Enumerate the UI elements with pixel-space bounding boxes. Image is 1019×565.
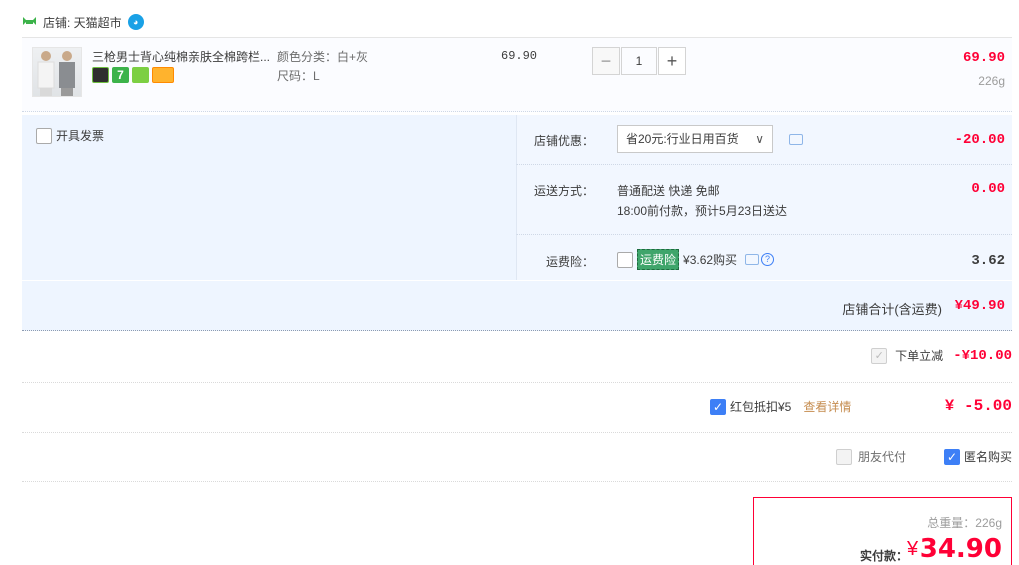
- coupon-label: 店铺优惠：: [533, 134, 594, 148]
- item-weight: 226g: [978, 74, 1005, 88]
- instant-discount-amount: -¥10.00: [953, 347, 1012, 364]
- wangwang-chat-icon[interactable]: ◕: [127, 14, 144, 30]
- shipping-amount: 0.00: [971, 181, 1005, 197]
- shop-total-label: 店铺合计(含运费): [842, 302, 942, 317]
- quantity-stepper: − 1 +: [592, 47, 686, 75]
- insurance-option: 运费险 ¥3.62购买 ?: [617, 249, 775, 270]
- message-icon[interactable]: [789, 134, 803, 145]
- decrease-quantity-button[interactable]: −: [592, 47, 620, 75]
- coupon-selected-value: 省20元:行业日用百货: [626, 132, 739, 146]
- coupon-row: 店铺优惠： 省20元:行业日用百货 ∨ -20.00: [516, 115, 1012, 165]
- shop-name[interactable]: 店铺: 天猫超市: [43, 14, 122, 31]
- coupon-select[interactable]: 省20元:行业日用百货 ∨: [617, 125, 773, 153]
- divider: [22, 382, 1012, 383]
- red-packet-amount-wrap: ¥ -5.00: [945, 397, 1012, 415]
- red-packet-details-link[interactable]: 查看详情: [803, 398, 851, 415]
- sku-info: 颜色分类：白+灰 尺码：L: [277, 48, 368, 86]
- cart-item-row: 三枪男士背心纯棉亲肤全棉跨栏... 7 颜色分类：白+灰 尺码：L 69.90 …: [22, 37, 1012, 112]
- payment-summary-box: 总重量：226g 实付款： ¥ 34.90: [753, 497, 1012, 565]
- insurance-tag: 运费险: [637, 249, 680, 270]
- red-packet-label: 红包抵扣¥5: [730, 400, 792, 414]
- unit-price: 69.90: [501, 49, 538, 63]
- sku-size: 尺码：L: [277, 69, 320, 83]
- guarantee-icon[interactable]: [132, 67, 149, 83]
- help-icon[interactable]: ?: [761, 253, 775, 266]
- product-title-link[interactable]: 三枪男士背心纯棉亲肤全棉跨栏...: [92, 48, 272, 65]
- item-total-price: 69.90: [962, 50, 1005, 66]
- invoice-checkbox[interactable]: [36, 127, 52, 144]
- anonymous-label: 匿名购买: [964, 450, 1013, 464]
- anonymous-checkbox[interactable]: ✓: [944, 448, 960, 465]
- instant-discount-label: 下单立减: [895, 349, 944, 363]
- seven-day-return-icon[interactable]: 7: [112, 67, 129, 83]
- shop-total-row: 店铺合计(含运费) ¥49.90: [22, 281, 1012, 331]
- instant-discount-checkbox: ✓: [871, 347, 888, 364]
- currency-symbol: ¥: [907, 538, 919, 560]
- anonymous-purchase-option[interactable]: ✓ 匿名购买: [944, 448, 1012, 465]
- divider: [22, 432, 1012, 433]
- shop-total-amount: ¥49.90: [954, 298, 1005, 314]
- tmall-icon: [23, 17, 36, 25]
- red-packet-checkbox[interactable]: ✓: [710, 398, 726, 415]
- product-thumbnail[interactable]: [32, 47, 82, 97]
- increase-quantity-button[interactable]: +: [658, 47, 686, 75]
- tmall-badge-icon[interactable]: [92, 67, 109, 83]
- credit-card-icon[interactable]: [152, 67, 174, 83]
- insurance-label: 运费险：: [545, 255, 594, 269]
- shop-header: 店铺: 天猫超市 ◕: [22, 13, 144, 31]
- shipping-row: 运送方式： 普通配送 快递 免邮 18:00前付款，预计5月23日送达 0.00: [516, 165, 1012, 235]
- divider: [22, 481, 1012, 482]
- shipping-details: 普通配送 快递 免邮 18:00前付款，预计5月23日送达: [617, 181, 787, 221]
- actual-payment-label: 实付款：: [860, 549, 909, 563]
- red-packet-row: ✓ 红包抵扣¥5 查看详情: [710, 398, 851, 415]
- invoice-option[interactable]: 开具发票: [36, 127, 104, 144]
- actual-payment-amount: 34.90: [919, 534, 1002, 564]
- quantity-input[interactable]: 1: [621, 47, 657, 75]
- red-packet-amount: ¥ -5.00: [944, 397, 1012, 415]
- shipping-eta: 18:00前付款，预计5月23日送达: [617, 204, 788, 218]
- sku-color: 颜色分类：白+灰: [277, 50, 369, 64]
- instant-discount-row: ✓ 下单立减 -¥10.00: [871, 347, 1012, 364]
- insurance-checkbox[interactable]: [617, 251, 633, 268]
- message-icon[interactable]: [745, 254, 760, 265]
- coupon-amount: -20.00: [954, 132, 1005, 148]
- chevron-down-icon: ∨: [755, 132, 764, 146]
- insurance-row: 运费险： 运费险 ¥3.62购买 ? 3.62: [516, 235, 1012, 280]
- shipping-label: 运送方式：: [533, 184, 594, 198]
- options-right-column: 店铺优惠： 省20元:行业日用百货 ∨ -20.00 运送方式： 普通配送 快递…: [516, 115, 1012, 280]
- friend-pay-option[interactable]: 朋友代付: [836, 448, 906, 465]
- shipping-method: 普通配送 快递 免邮: [617, 184, 720, 198]
- invoice-label: 开具发票: [56, 129, 105, 143]
- friend-pay-label: 朋友代付: [858, 450, 907, 464]
- total-weight: 总重量：226g: [927, 516, 1002, 530]
- service-badges: 7: [92, 67, 174, 83]
- insurance-amount: 3.62: [971, 253, 1005, 269]
- insurance-price: ¥3.62购买: [683, 253, 738, 267]
- friend-pay-checkbox[interactable]: [836, 448, 852, 465]
- order-options-panel: 开具发票 店铺优惠： 省20元:行业日用百货 ∨ -20.00 运送方式： 普通…: [22, 115, 1012, 280]
